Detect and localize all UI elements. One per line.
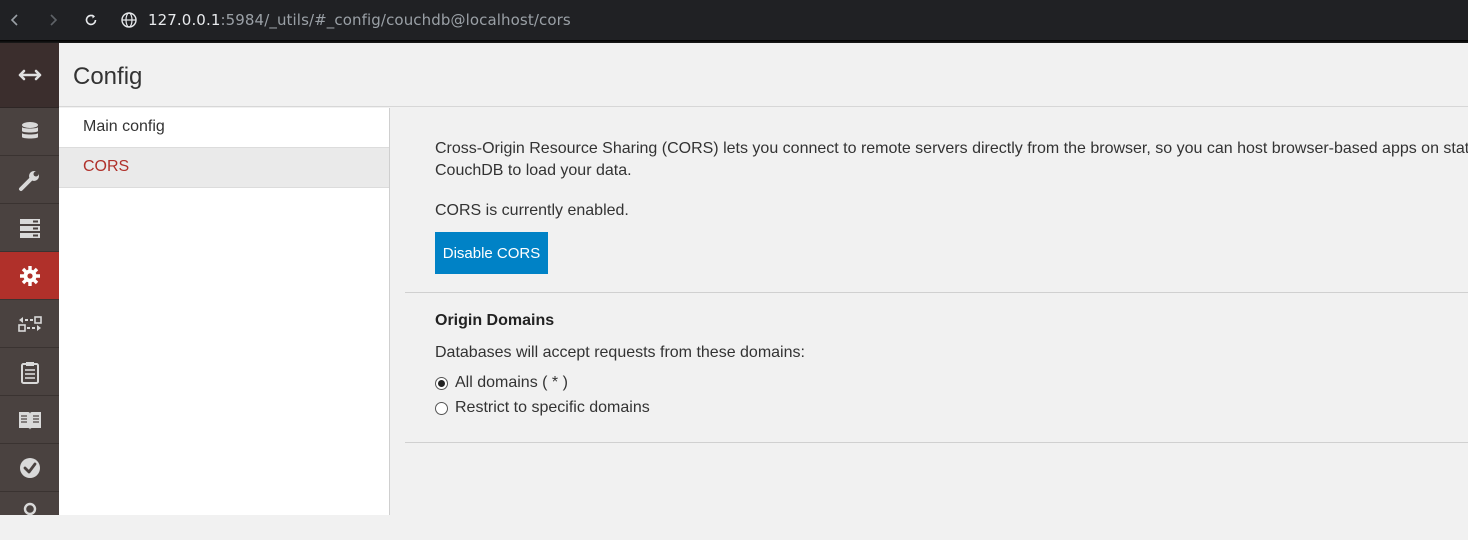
nav-rail: [0, 43, 59, 516]
documentation-clipboard-icon[interactable]: [0, 348, 59, 396]
section-divider-bottom: [405, 442, 1468, 443]
sidebar-item-cors[interactable]: CORS: [59, 148, 389, 188]
reload-icon[interactable]: [80, 9, 102, 31]
back-icon[interactable]: [4, 9, 26, 31]
radio-all-domains-label: All domains ( * ): [455, 374, 568, 391]
section-divider: [405, 292, 1468, 293]
replication-icon[interactable]: [0, 300, 59, 348]
page-title: Config: [73, 63, 143, 90]
origin-domains-description: Databases will accept requests from thes…: [435, 344, 805, 361]
databases-icon[interactable]: [0, 108, 59, 156]
browser-toolbar: 127.0.0.1:5984/_utils/#_config/couchdb@l…: [0, 0, 1468, 40]
forward-icon[interactable]: [42, 9, 64, 31]
radio-all-domains[interactable]: All domains ( * ): [435, 374, 568, 392]
url-path: :5984/_utils/#_config/couchdb@localhost/…: [220, 11, 571, 29]
address-bar[interactable]: 127.0.0.1:5984/_utils/#_config/couchdb@l…: [148, 11, 571, 29]
disable-cors-button[interactable]: Disable CORS: [435, 232, 548, 274]
setup-wrench-icon[interactable]: [0, 156, 59, 204]
verify-check-icon[interactable]: [0, 444, 59, 492]
globe-icon: [121, 12, 137, 28]
radio-checked-icon[interactable]: [435, 376, 448, 390]
radio-restrict-domains[interactable]: Restrict to specific domains: [435, 399, 650, 417]
config-gear-icon[interactable]: [0, 252, 59, 300]
cors-panel: Cross-Origin Resource Sharing (CORS) let…: [390, 108, 1468, 515]
sidebar-item-main-config[interactable]: Main config: [59, 108, 389, 148]
collapse-menu-icon[interactable]: [0, 43, 59, 108]
cors-description: Cross-Origin Resource Sharing (CORS) let…: [435, 138, 1468, 182]
radio-unchecked-icon[interactable]: [435, 401, 448, 415]
radio-restrict-domains-label: Restrict to specific domains: [455, 399, 650, 416]
origin-domains-title: Origin Domains: [435, 312, 555, 329]
book-icon[interactable]: [0, 396, 59, 444]
cors-status-text: CORS is currently enabled.: [435, 202, 629, 219]
config-sidebar: Main config CORS: [59, 108, 390, 515]
user-icon[interactable]: [0, 492, 59, 540]
cors-description-line-1: Cross-Origin Resource Sharing (CORS) let…: [435, 140, 1468, 157]
active-tasks-icon[interactable]: [0, 204, 59, 252]
page-header: Config: [59, 43, 1468, 107]
cors-description-line-2: CouchDB to load your data.: [435, 162, 632, 179]
url-host: 127.0.0.1: [148, 11, 221, 29]
